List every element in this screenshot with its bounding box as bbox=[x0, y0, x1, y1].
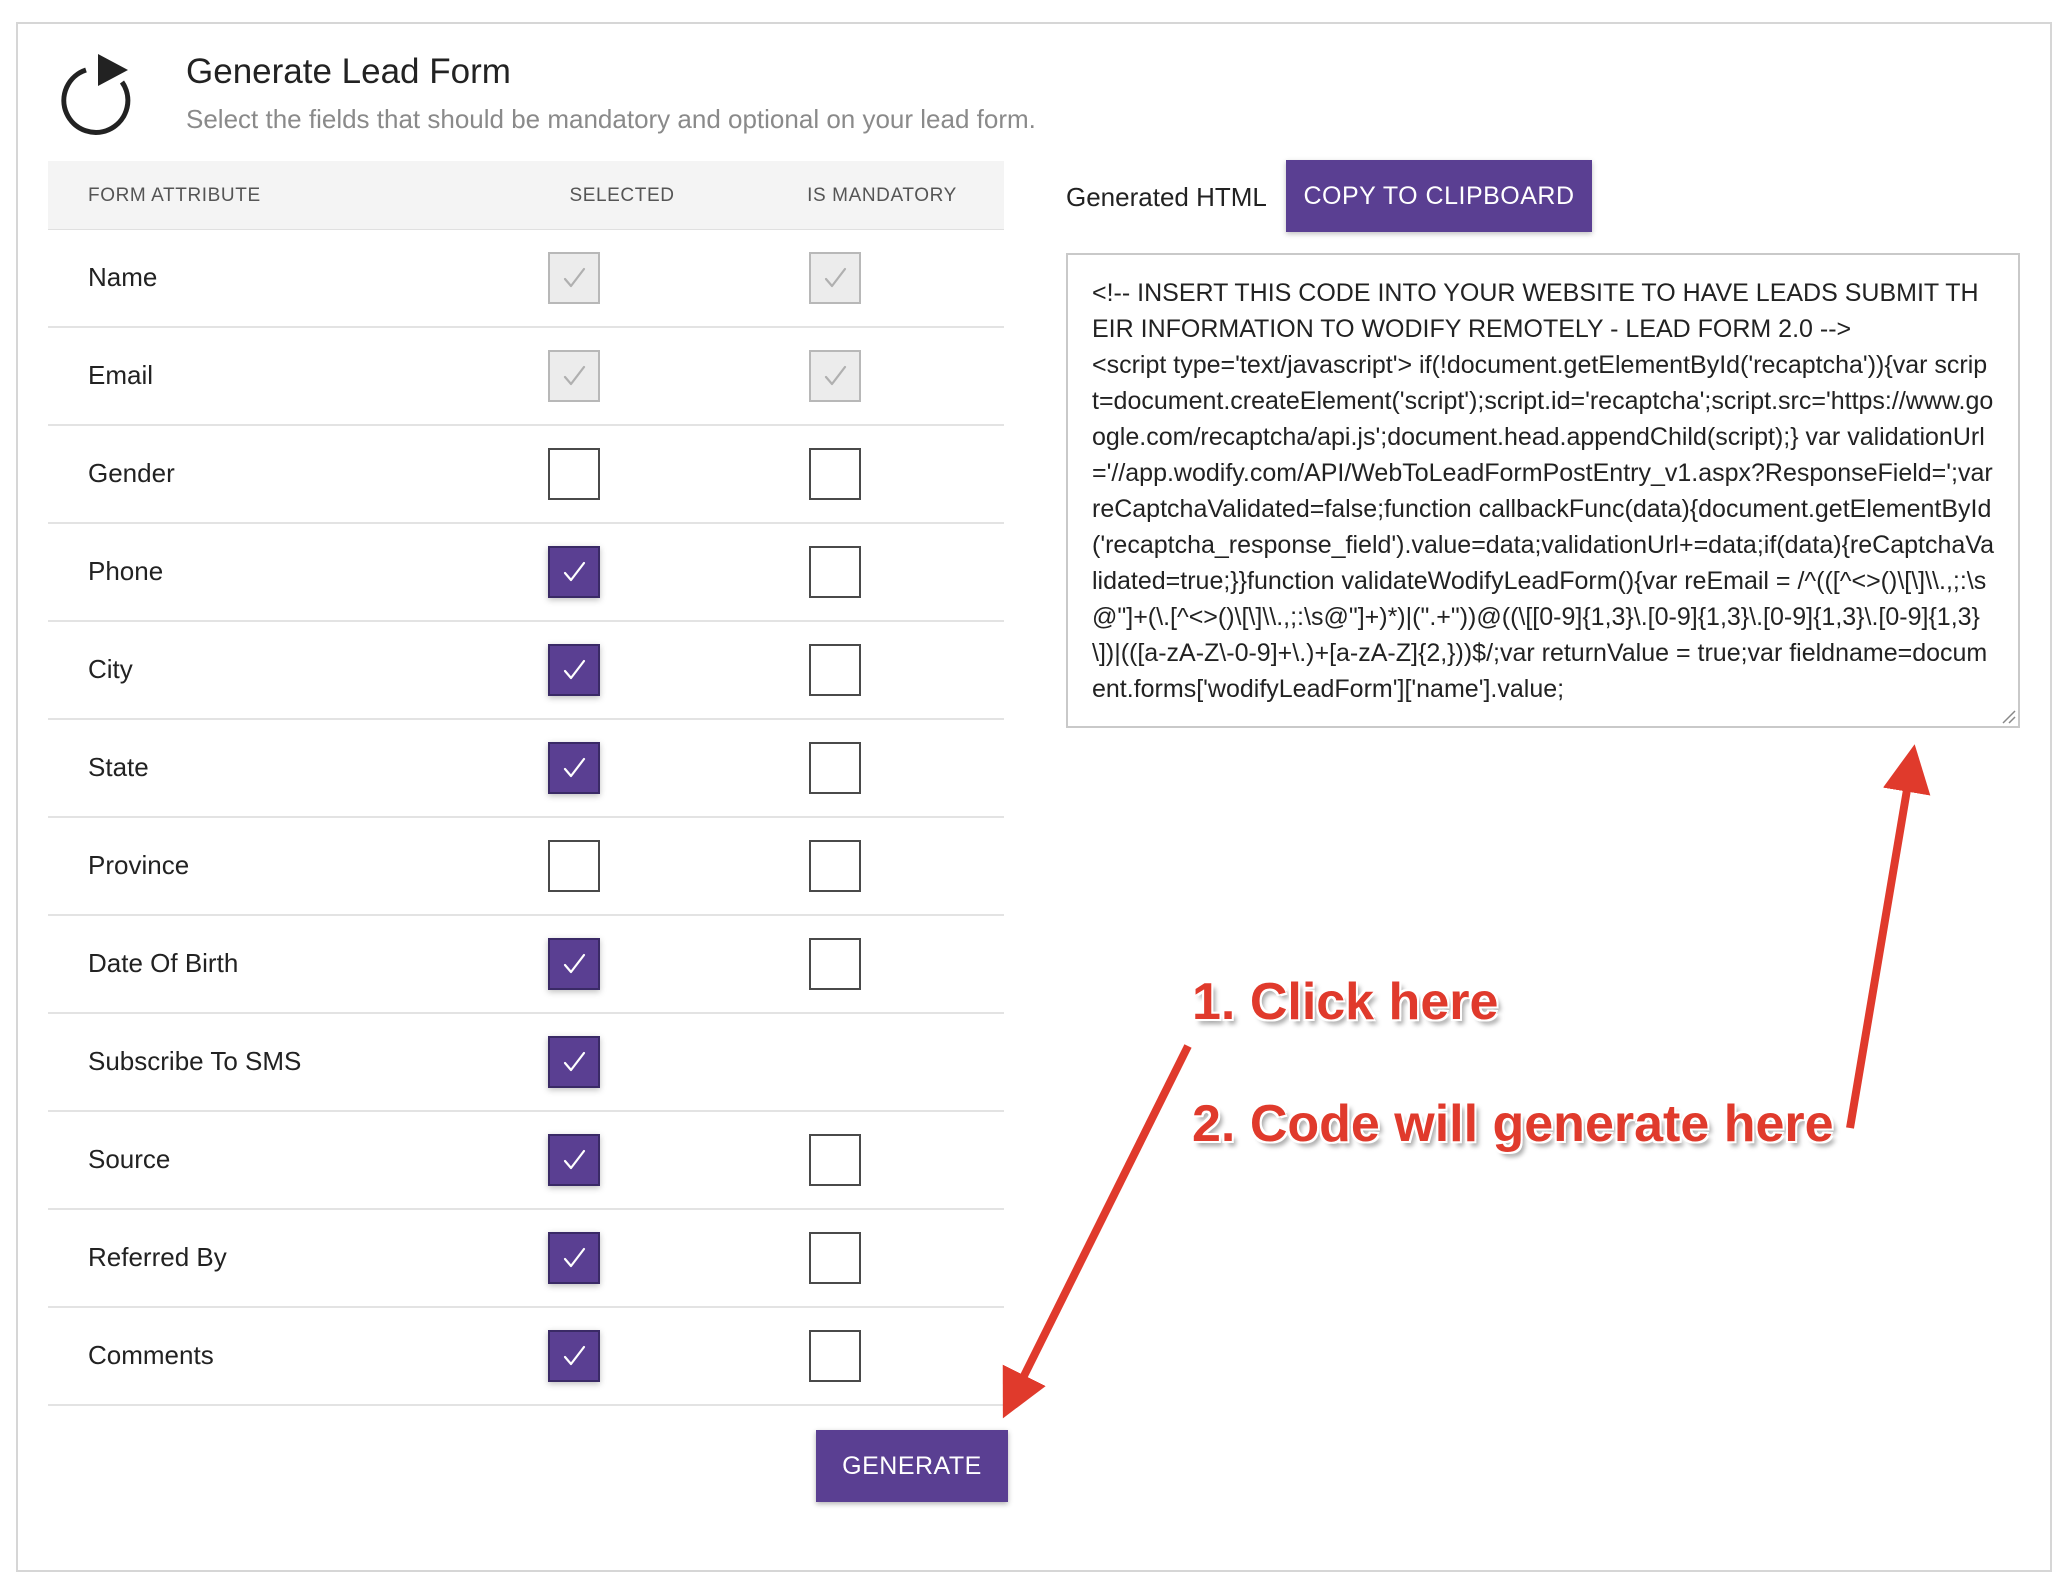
generated-html-textarea[interactable]: <!-- INSERT THIS CODE INTO YOUR WEBSITE … bbox=[1066, 253, 2020, 728]
row-label: Phone bbox=[88, 556, 164, 586]
copy-to-clipboard-button[interactable]: COPY TO CLIPBOARD bbox=[1286, 160, 1592, 232]
mandatory-checkbox[interactable] bbox=[809, 1232, 861, 1284]
table-row: Source bbox=[48, 1112, 1004, 1210]
row-label: Source bbox=[88, 1144, 171, 1174]
page-subtitle: Select the fields that should be mandato… bbox=[186, 104, 1036, 134]
table-row: Referred By bbox=[48, 1210, 1004, 1308]
selected-checkbox[interactable] bbox=[548, 1232, 600, 1284]
selected-checkbox[interactable] bbox=[548, 546, 600, 598]
row-label: Subscribe To SMS bbox=[88, 1046, 302, 1076]
selected-checkbox[interactable] bbox=[548, 742, 600, 794]
table-row: Phone bbox=[48, 524, 1004, 622]
table-row: Date Of Birth bbox=[48, 916, 1004, 1014]
annotation-step-2: 2. Code will generate here bbox=[1192, 1095, 1834, 1153]
selected-checkbox[interactable] bbox=[548, 840, 600, 892]
column-header-selected: SELECTED bbox=[569, 185, 675, 206]
checkmark-icon bbox=[563, 561, 586, 582]
table-row: City bbox=[48, 622, 1004, 720]
selected-checkbox bbox=[548, 252, 600, 304]
mandatory-checkbox[interactable] bbox=[809, 546, 861, 598]
annotation-step-1: 1. Click here bbox=[1192, 973, 1499, 1031]
selected-checkbox bbox=[548, 350, 600, 402]
selected-checkbox[interactable] bbox=[548, 1330, 600, 1382]
table-row: Gender bbox=[48, 426, 1004, 524]
checkmark-icon bbox=[824, 365, 847, 386]
row-label: City bbox=[88, 654, 133, 684]
column-header-form-attribute: FORM ATTRIBUTE bbox=[88, 185, 261, 206]
row-label: Gender bbox=[88, 458, 175, 488]
selected-checkbox[interactable] bbox=[548, 938, 600, 990]
form-attributes-table: FORM ATTRIBUTE SELECTED IS MANDATORY Nam… bbox=[48, 161, 1004, 1406]
row-label: Date Of Birth bbox=[88, 948, 239, 978]
checkmark-icon bbox=[824, 267, 847, 288]
mandatory-checkbox[interactable] bbox=[809, 644, 861, 696]
mandatory-checkbox[interactable] bbox=[809, 1134, 861, 1186]
table-row: Email bbox=[48, 328, 1004, 426]
table-row: Comments bbox=[48, 1308, 1004, 1406]
mandatory-checkbox[interactable] bbox=[809, 448, 861, 500]
selected-checkbox[interactable] bbox=[548, 1036, 600, 1088]
checkmark-icon bbox=[563, 1149, 586, 1170]
generated-html-label: Generated HTML bbox=[1066, 182, 1267, 212]
table-row: Province bbox=[48, 818, 1004, 916]
table-body: Name Email Gender Phone City State Province Dat… bbox=[48, 230, 1004, 1406]
row-label: Email bbox=[88, 360, 154, 390]
row-label: Referred By bbox=[88, 1242, 227, 1272]
selected-checkbox[interactable] bbox=[548, 644, 600, 696]
selected-checkbox[interactable] bbox=[548, 448, 600, 500]
row-label: Name bbox=[88, 262, 158, 292]
mandatory-checkbox bbox=[809, 252, 861, 304]
checkmark-icon bbox=[563, 659, 586, 680]
checkmark-icon bbox=[563, 1247, 586, 1268]
checkmark-icon bbox=[563, 953, 586, 974]
table-row: Subscribe To SMS bbox=[48, 1014, 1004, 1112]
checkmark-icon bbox=[563, 757, 586, 778]
resize-grip-icon[interactable] bbox=[2000, 708, 2016, 724]
page-title: Generate Lead Form bbox=[186, 52, 511, 91]
table-row: State bbox=[48, 720, 1004, 818]
generate-button[interactable]: GENERATE bbox=[816, 1430, 1008, 1502]
mandatory-checkbox[interactable] bbox=[809, 742, 861, 794]
row-label: State bbox=[88, 752, 149, 782]
table-row: Name bbox=[48, 230, 1004, 328]
mandatory-checkbox bbox=[809, 350, 861, 402]
checkmark-icon bbox=[563, 1051, 586, 1072]
mandatory-checkbox[interactable] bbox=[809, 1330, 861, 1382]
checkmark-icon bbox=[563, 1345, 586, 1366]
refresh-icon bbox=[61, 54, 131, 135]
row-label: Province bbox=[88, 850, 190, 880]
mandatory-checkbox[interactable] bbox=[809, 840, 861, 892]
checkmark-icon bbox=[563, 267, 586, 288]
row-label: Comments bbox=[88, 1340, 214, 1370]
checkmark-icon bbox=[563, 365, 586, 386]
table-header: FORM ATTRIBUTE SELECTED IS MANDATORY bbox=[48, 161, 1004, 230]
mandatory-checkbox[interactable] bbox=[809, 938, 861, 990]
column-header-is-mandatory: IS MANDATORY bbox=[807, 185, 957, 206]
selected-checkbox[interactable] bbox=[548, 1134, 600, 1186]
